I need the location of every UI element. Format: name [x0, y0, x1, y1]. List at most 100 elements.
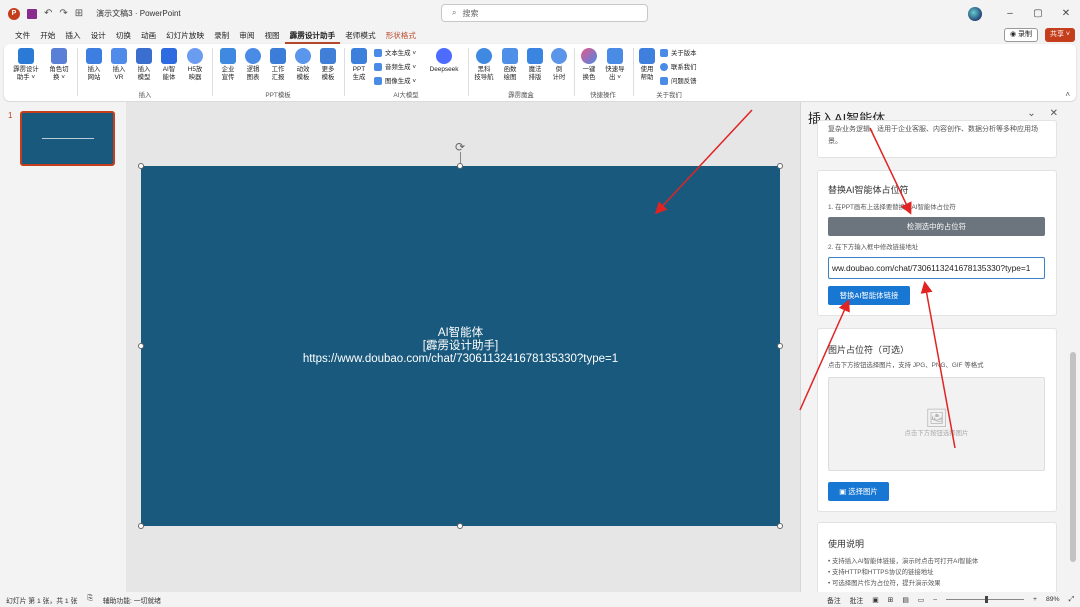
- slide-thumbnail[interactable]: [20, 111, 115, 166]
- tab-design-assistant[interactable]: 霹雳设计助手: [284, 27, 341, 44]
- resize-handle[interactable]: [777, 523, 783, 529]
- tab-home[interactable]: 开始: [35, 27, 60, 44]
- insert-website-button[interactable]: 插入 网站: [82, 48, 106, 82]
- task-pane-scrollbar[interactable]: [1070, 352, 1076, 562]
- resize-handle[interactable]: [457, 163, 463, 169]
- zoom-slider[interactable]: [945, 596, 1024, 603]
- close-button[interactable]: ✕: [1052, 8, 1080, 19]
- deepseek-button[interactable]: Deepseek: [424, 48, 464, 74]
- slideshow-icon[interactable]: ▭: [918, 596, 924, 604]
- insert-model-button[interactable]: 插入 模型: [132, 48, 156, 82]
- ribbon-separator: [633, 48, 634, 96]
- nav-icon: [476, 48, 492, 64]
- undo-icon[interactable]: ↶: [44, 8, 52, 19]
- image-drop-zone[interactable]: 🖼 点击下方按钮选择图片: [828, 377, 1045, 471]
- comments-button[interactable]: 批注: [850, 595, 864, 605]
- notes-button[interactable]: 备注: [827, 595, 841, 605]
- feedback-button[interactable]: 问题反馈: [660, 76, 697, 85]
- ribbon-separator: [468, 48, 469, 96]
- logic-chart-button[interactable]: 逻辑 图表: [241, 48, 265, 82]
- restore-button[interactable]: ▢: [1024, 8, 1052, 19]
- countdown-button[interactable]: 倒 计时: [548, 48, 570, 82]
- tab-review[interactable]: 审阅: [234, 27, 259, 44]
- share-button[interactable]: 共享 ˅: [1044, 28, 1075, 42]
- task-pane-options-icon[interactable]: ⌄: [1027, 108, 1035, 119]
- tab-design[interactable]: 设计: [86, 27, 111, 44]
- slide-sorter-icon[interactable]: ⊞: [888, 596, 894, 604]
- ribbon: 霹雳设计 助手 ˅ 角色切 换 ˅ 插入 网站 插入 VR 插入 模型 AI智 …: [4, 44, 1076, 101]
- ai-agent-placeholder-shape[interactable]: AI智能体 [霹雳设计助手] https://www.doubao.com/ch…: [141, 166, 780, 526]
- audio-generate-button[interactable]: 音频生成 ˅: [374, 62, 416, 71]
- resize-handle[interactable]: [138, 343, 144, 349]
- motion-template-button[interactable]: 动效 模板: [291, 48, 315, 82]
- function-plot-button[interactable]: 函数 绘图: [498, 48, 522, 82]
- role-switch-button[interactable]: 角色切 换 ˅: [46, 48, 72, 82]
- usage-card: 使用说明 • 支持插入AI智能体链接，演示时点击可打开AI智能体 • 支持HTT…: [817, 522, 1057, 592]
- about-version-button[interactable]: 关于版本: [660, 48, 697, 57]
- resize-handle[interactable]: [457, 523, 463, 529]
- collapse-ribbon-icon[interactable]: ˄: [1065, 90, 1070, 99]
- zoom-in-icon[interactable]: +: [1033, 596, 1037, 603]
- tab-slideshow[interactable]: 幻灯片放映: [161, 27, 209, 44]
- task-pane-close-icon[interactable]: ✕: [1050, 108, 1058, 119]
- audio-icon: [374, 62, 382, 71]
- minimize-button[interactable]: –: [996, 8, 1024, 19]
- insert-vr-button[interactable]: 插入 VR: [107, 48, 131, 82]
- redo-icon[interactable]: ↷: [59, 8, 67, 19]
- intro-card: 复杂业务逻辑。适用于企业客服、内容创作、数据分析等多种应用场景。: [817, 120, 1057, 158]
- spellcheck-icon[interactable]: ⎘: [87, 595, 92, 605]
- tab-shape-format[interactable]: 形状格式: [381, 27, 421, 44]
- ppt-generate-icon: [351, 48, 367, 64]
- account-avatar-icon[interactable]: [968, 6, 982, 21]
- image-placeholder-icon: 🖼: [925, 408, 948, 428]
- tab-record[interactable]: 录制: [209, 27, 234, 44]
- normal-view-icon[interactable]: ▣: [872, 596, 878, 604]
- thumbnail-number: 1: [8, 111, 13, 120]
- h5-player-button[interactable]: H5放 映器: [182, 48, 208, 82]
- slide-text-subtitle: [霹雳设计助手]: [422, 339, 499, 352]
- tab-transitions[interactable]: 切换: [111, 27, 136, 44]
- customize-toolbar-icon[interactable]: ⊞: [75, 8, 83, 19]
- usage-heading: 使用说明: [828, 539, 865, 549]
- replace-link-button[interactable]: 替换AI智能体链接: [828, 286, 910, 305]
- more-templates-button[interactable]: 更多 模板: [316, 48, 340, 82]
- design-assistant-button[interactable]: 霹雳设计 助手 ˅: [10, 48, 42, 82]
- document-title: 演示文稿3 · PowerPoint: [96, 9, 181, 18]
- work-report-button[interactable]: 工作 汇报: [266, 48, 290, 82]
- enterprise-template-button[interactable]: 企业 宣传: [216, 48, 240, 82]
- tab-insert[interactable]: 插入: [60, 27, 85, 44]
- ai-agent-button[interactable]: AI智 能体: [157, 48, 181, 82]
- reading-view-icon[interactable]: ▤: [902, 596, 908, 604]
- contact-us-button[interactable]: 联系我们: [660, 62, 697, 71]
- slide-counter: 幻灯片 第 1 张，共 1 张: [6, 597, 78, 605]
- tab-view[interactable]: 视图: [259, 27, 284, 44]
- quick-export-button[interactable]: 快速导 出 ˅: [602, 48, 628, 82]
- image-generate-button[interactable]: 图像生成 ˅: [374, 76, 416, 85]
- zoom-out-icon[interactable]: –: [933, 596, 937, 603]
- search-input[interactable]: ⌕ 搜索: [441, 4, 648, 22]
- group-ai-model-label: AI大模型: [393, 92, 419, 99]
- tech-nav-button[interactable]: 黑科 技导航: [471, 48, 497, 82]
- accessibility-status[interactable]: 辅助功能: 一切就绪: [103, 595, 161, 605]
- select-image-button[interactable]: ▣ 选择图片: [828, 482, 889, 501]
- resize-handle[interactable]: [777, 163, 783, 169]
- resize-handle[interactable]: [138, 523, 144, 529]
- ppt-generate-button[interactable]: PPT 生成: [347, 48, 371, 82]
- resize-handle[interactable]: [138, 163, 144, 169]
- text-generate-button[interactable]: 文本生成 ˅: [374, 48, 416, 57]
- tab-teacher-mode[interactable]: 老师模式: [340, 27, 380, 44]
- zoom-slider-thumb[interactable]: [984, 596, 988, 603]
- detect-placeholder-button[interactable]: 检测选中的占位符: [828, 217, 1045, 236]
- save-icon[interactable]: [27, 8, 37, 19]
- tab-file[interactable]: 文件: [10, 27, 35, 44]
- tab-animations[interactable]: 动画: [136, 27, 161, 44]
- magic-layout-button[interactable]: 魔法 排版: [523, 48, 547, 82]
- resize-handle[interactable]: [777, 343, 783, 349]
- zoom-level[interactable]: 89%: [1046, 596, 1060, 603]
- recolor-button[interactable]: 一键 换色: [577, 48, 601, 82]
- record-button[interactable]: ◉ 录制: [1003, 28, 1038, 42]
- agent-url-input[interactable]: ww.doubao.com/chat/7306113241678135330?t…: [828, 257, 1045, 279]
- help-button[interactable]: 使用 帮助: [636, 48, 658, 82]
- fit-to-window-icon[interactable]: ⤢: [1069, 596, 1074, 604]
- powerpoint-logo-icon: P: [8, 7, 20, 20]
